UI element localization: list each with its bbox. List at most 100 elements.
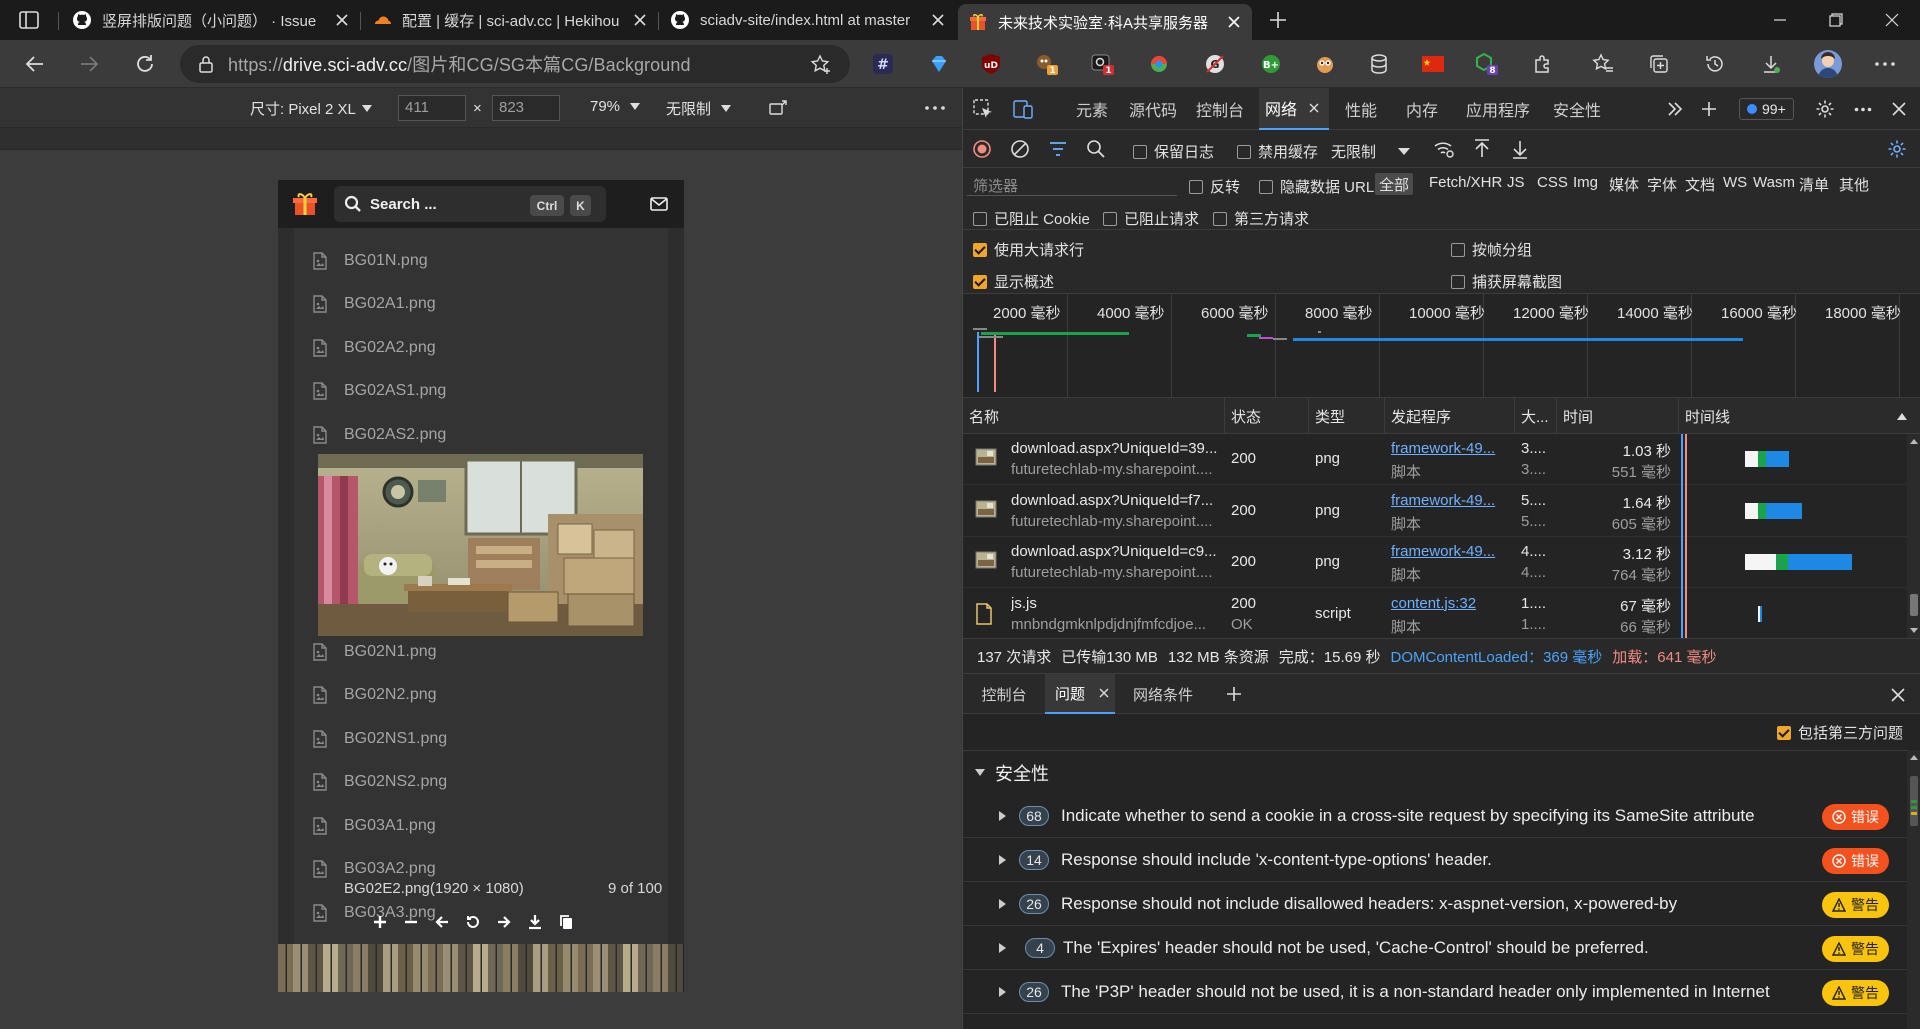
issues-scrollbar[interactable] <box>1907 750 1920 1029</box>
issue-row[interactable]: 26 The 'P3P' header should not be used, i… <box>963 970 1907 1014</box>
downloads-icon[interactable] <box>1758 51 1784 77</box>
thumbnail[interactable] <box>503 944 518 992</box>
search-bar[interactable]: Search ... Ctrl K <box>334 186 606 222</box>
network-conditions-icon[interactable] <box>1433 138 1455 160</box>
zoom-out-icon[interactable] <box>399 910 423 934</box>
network-settings-icon[interactable] <box>1885 138 1909 160</box>
type-filter-3[interactable]: CSS <box>1533 173 1572 195</box>
type-filter-8[interactable]: WS <box>1719 173 1751 195</box>
collections-icon[interactable] <box>1646 51 1672 77</box>
type-filter-9[interactable]: Wasm <box>1749 173 1799 195</box>
request-scrollbar[interactable] <box>1907 434 1920 638</box>
china-flag-extension-icon[interactable] <box>1420 51 1446 77</box>
type-filter-10[interactable]: 清单 <box>1795 173 1833 195</box>
filter-input[interactable]: 筛选器 <box>967 172 1177 196</box>
checkbox[interactable] <box>1103 211 1117 226</box>
profile-avatar[interactable] <box>1814 50 1842 78</box>
issue-row[interactable]: 26 Response should not include disallowed… <box>963 882 1907 926</box>
column-size[interactable]: 大... <box>1515 398 1557 434</box>
file-list-item[interactable]: BG02AS2.png <box>294 413 668 456</box>
request-initiator-link[interactable]: framework-49... <box>1391 440 1511 457</box>
mail-icon[interactable] <box>650 197 668 211</box>
tab-actions-icon[interactable] <box>18 10 40 30</box>
throttle-select[interactable]: 无限制 <box>666 98 732 119</box>
issue-row[interactable]: 14 Response should include 'x-content-typ… <box>963 838 1907 882</box>
thumbnail[interactable] <box>383 944 398 992</box>
type-filter-0[interactable]: 全部 <box>1375 173 1414 195</box>
big-rows-checkbox[interactable]: 使用大请求行 <box>973 239 1084 260</box>
privacy-extension-icon[interactable]: G <box>1202 51 1228 77</box>
add-tool-icon[interactable] <box>1697 97 1721 121</box>
issue-row[interactable]: 68 Indicate whether to send a cookie in a… <box>963 794 1907 838</box>
tab-active-sciadv[interactable]: 未来技术实验室·科A共享服务器 <box>958 4 1252 40</box>
tab-github-issue[interactable]: 竖屏排版问题（小问题） · Issue <box>62 0 360 40</box>
copy-icon[interactable] <box>554 910 578 934</box>
restore-button[interactable] <box>1808 0 1864 40</box>
thumbnail[interactable] <box>428 944 443 992</box>
record-icon[interactable] <box>971 138 993 160</box>
close-icon[interactable] <box>1226 14 1242 30</box>
download-icon[interactable] <box>523 910 547 934</box>
file-list-item[interactable]: BG02NS2.png <box>294 761 668 804</box>
request-initiator-link[interactable]: framework-49... <box>1391 543 1511 560</box>
thumbnail[interactable] <box>653 944 668 992</box>
inspect-icon[interactable] <box>971 98 995 120</box>
issue-category-security[interactable]: 安全性 <box>975 760 1049 786</box>
extensions-puzzle-icon[interactable] <box>1530 51 1556 77</box>
thumbnail[interactable] <box>623 944 638 992</box>
file-list-item[interactable]: BG02A2.png <box>294 326 668 369</box>
b-plus-extension-icon[interactable]: B+ <box>1258 51 1284 77</box>
more-tabs-icon[interactable] <box>1663 98 1687 120</box>
request-row[interactable]: download.aspx?UniqueId=c9... futuretechla… <box>963 537 1907 588</box>
thumbnail[interactable] <box>638 944 653 992</box>
thumbnail[interactable] <box>563 944 578 992</box>
file-list-item[interactable]: BG02N1.png <box>294 630 668 673</box>
gift-logo-icon[interactable] <box>292 192 318 216</box>
thumbnail[interactable] <box>473 944 488 992</box>
thumbnail[interactable] <box>308 944 323 992</box>
export-har-icon[interactable] <box>1509 138 1531 160</box>
zoom-in-icon[interactable] <box>368 910 392 934</box>
request-row[interactable]: download.aspx?UniqueId=f7... futuretechla… <box>963 486 1907 537</box>
devtools-tab[interactable]: 应用程序 <box>1459 88 1537 130</box>
checkbox[interactable] <box>1237 144 1251 159</box>
thumbnail[interactable] <box>293 944 308 992</box>
show-overview-checkbox[interactable]: 显示概述 <box>973 271 1054 292</box>
history-icon[interactable] <box>1702 51 1728 77</box>
thumbnail[interactable] <box>323 944 338 992</box>
tab-github-source[interactable]: sciadv-site/index.html at master <box>660 0 956 40</box>
devtools-tab[interactable]: 内存 <box>1393 88 1451 130</box>
thumbnail[interactable] <box>548 944 563 992</box>
request-initiator-link[interactable]: content.js:32 <box>1391 595 1511 612</box>
back-button[interactable] <box>18 48 52 80</box>
third-party-checkbox[interactable]: 第三方请求 <box>1213 208 1309 229</box>
type-filter-7[interactable]: 文档 <box>1681 173 1719 195</box>
invert-checkbox[interactable]: 反转 <box>1189 176 1240 197</box>
type-filter-5[interactable]: 媒体 <box>1605 173 1643 195</box>
zoom-select[interactable]: 79% <box>590 98 641 115</box>
devtools-tab[interactable]: 安全性 <box>1547 88 1607 130</box>
thumbnail[interactable] <box>443 944 458 992</box>
close-icon[interactable] <box>1309 103 1319 113</box>
close-devtools-icon[interactable] <box>1887 98 1911 120</box>
column-name[interactable]: 名称 <box>963 398 1225 434</box>
lock-icon[interactable] <box>198 55 214 73</box>
request-row[interactable]: js.js mnbndgmknlpdjdnjfmfcdjoe... 200 OK scr… <box>963 589 1907 639</box>
rotate-left-icon[interactable] <box>461 910 485 934</box>
more-options-icon[interactable] <box>1851 98 1875 120</box>
checkbox[interactable] <box>1133 144 1147 159</box>
diamond-extension-icon[interactable] <box>926 51 952 77</box>
issue-row[interactable]: 4 The 'Expires' header should not be used… <box>963 926 1907 970</box>
device-select[interactable]: 尺寸: Pixel 2 XL <box>250 98 372 119</box>
refresh-button[interactable] <box>128 48 162 80</box>
column-type[interactable]: 类型 <box>1309 398 1385 434</box>
thumbnail[interactable] <box>608 944 623 992</box>
new-tab-button[interactable] <box>1266 8 1290 32</box>
drawer-tab-console[interactable]: 控制台 <box>963 674 1045 714</box>
devtools-tab[interactable]: 性能 <box>1337 88 1385 130</box>
thumbnail[interactable] <box>278 944 293 992</box>
checkbox-checked[interactable] <box>1776 725 1791 740</box>
more-menu-icon[interactable] <box>1872 51 1898 77</box>
column-time[interactable]: 时间 <box>1557 398 1679 434</box>
add-drawer-tab-icon[interactable] <box>1223 683 1245 705</box>
